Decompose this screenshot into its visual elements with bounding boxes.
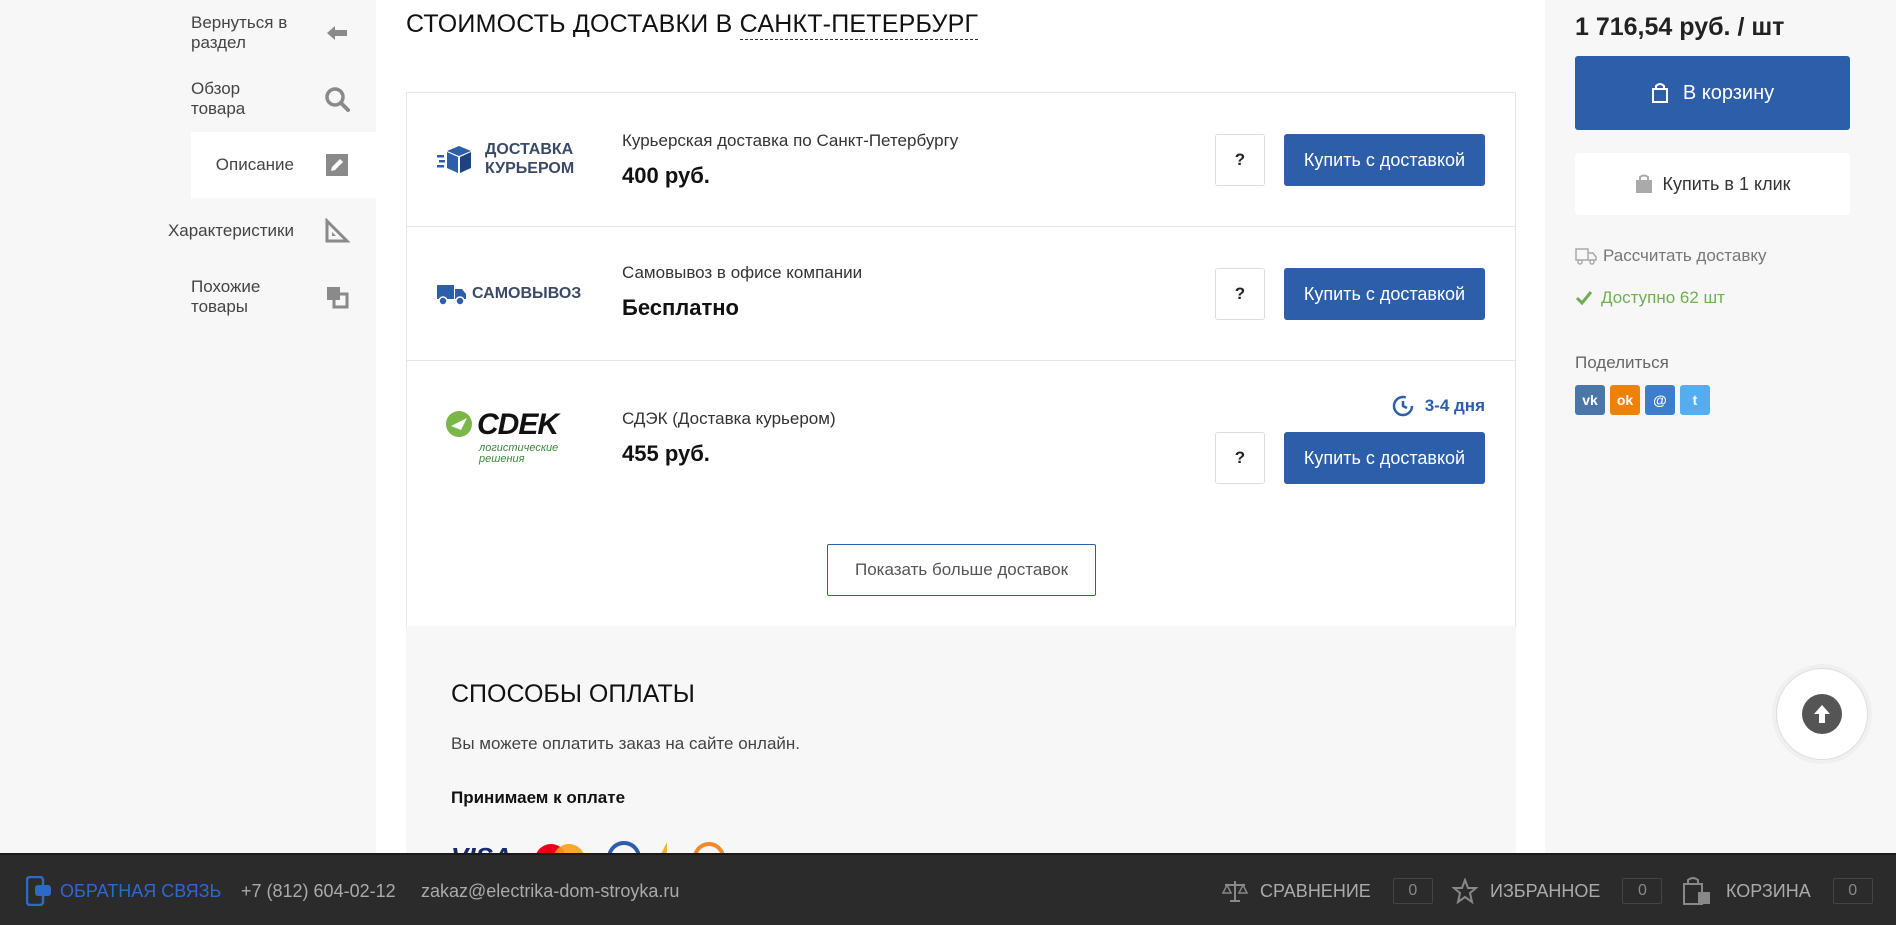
ok-icon[interactable]: ok [1610, 385, 1640, 415]
delivery-term: 3-4 дня [1391, 394, 1485, 418]
calculate-delivery-link[interactable]: Рассчитать доставку [1575, 246, 1767, 266]
payment-subtitle: Принимаем к оплате [451, 788, 626, 807]
nav-overview[interactable]: Обзор товара [191, 66, 376, 132]
logo-text: СDEK [477, 407, 559, 441]
delivery-info: Курьерская доставка по Санкт-Петербургу … [622, 131, 958, 189]
cdek-logo: СDEK логистические решения [437, 361, 587, 514]
box-icon [437, 145, 471, 173]
courier-delivery-logo: ДОСТАВКА КУРЬЕРОМ [437, 93, 587, 226]
cdek-ball-icon [446, 410, 472, 437]
buy-with-delivery-button[interactable]: Купить с доставкой [1284, 432, 1485, 484]
ruler-icon [324, 218, 350, 244]
delivery-term-text: 3-4 дня [1424, 396, 1485, 415]
logo-text: КУРЬЕРОМ [485, 159, 575, 177]
product-price: 1 716,54 руб. / шт [1575, 13, 1785, 41]
add-to-cart-label: В корзину [1682, 81, 1775, 104]
main-content: СТОИМОСТЬ ДОСТАВКИ В САНКТ-ПЕТЕРБУРГ ДОС… [376, 0, 1545, 925]
bottom-bar: ОБРАТНАЯ СВЯЗЬ +7 (812) 604-02-12 zakaz@… [0, 853, 1896, 925]
section-nav: Вернуться в раздел Обзор товара Описание… [0, 0, 376, 925]
calculate-delivery-label: Рассчитать доставку [1603, 246, 1767, 265]
delivery-info: Самовывоз в офисе компании Бесплатно [622, 263, 862, 321]
city-selector[interactable]: САНКТ-ПЕТЕРБУРГ [739, 10, 979, 40]
delivery-row: СDEK логистические решения СДЭК (Доставк… [407, 361, 1515, 515]
nav-label: Обзор товара [191, 79, 246, 118]
nav-label: Описание [215, 155, 294, 174]
delivery-price: Бесплатно [622, 295, 739, 320]
edit-icon [324, 152, 350, 178]
arrow-left-icon [324, 20, 350, 46]
buy-one-click-label: Купить в 1 клик [1662, 173, 1791, 194]
delivery-price: 455 руб. [622, 441, 710, 466]
compare-count: 0 [1392, 878, 1433, 904]
mailru-icon[interactable]: @ [1645, 385, 1675, 415]
availability-text: Доступно 62 шт [1601, 288, 1725, 307]
availability: Доступно 62 шт [1575, 288, 1725, 308]
buy-with-delivery-button[interactable]: Купить с доставкой [1284, 268, 1485, 320]
favorites-label: ИЗБРАННОЕ [1490, 880, 1601, 901]
nav-label: Вернуться в раздел [191, 13, 288, 52]
cart-count: 0 [1832, 878, 1873, 904]
nav-description[interactable]: Описание [191, 132, 376, 198]
delivery-name: СДЭК (Доставка курьером) [622, 409, 836, 428]
add-to-cart-button[interactable]: В корзину [1575, 56, 1850, 130]
truck-icon [1575, 248, 1597, 265]
favorites-link[interactable]: ИЗБРАННОЕ 0 [1452, 855, 1663, 925]
payment-title: СПОСОБЫ ОПЛАТЫ [451, 680, 695, 708]
favorites-count: 0 [1622, 878, 1663, 904]
phone-link[interactable]: +7 (812) 604-02-12 [241, 855, 396, 925]
share-label: Поделиться [1575, 353, 1669, 372]
nav-similar[interactable]: Похожие товары [191, 264, 376, 330]
cart-bag-icon [1683, 877, 1710, 905]
feedback-icon [26, 876, 51, 906]
share-buttons: vk ok @ t [1575, 385, 1710, 415]
feedback-label: ОБРАТНАЯ СВЯЗЬ [60, 880, 222, 901]
delivery-price: 400 руб. [622, 163, 710, 188]
delivery-help-button[interactable]: ? [1215, 268, 1265, 320]
scales-icon [1222, 881, 1248, 902]
more-deliveries-area: Показать больше доставок [406, 514, 1516, 626]
compare-label: СРАВНЕНИЕ [1260, 880, 1371, 901]
product-buy-panel: 1 716,54 руб. / шт В корзину Купить в 1 … [1545, 0, 1896, 925]
delivery-name: Курьерская доставка по Санкт-Петербургу [622, 131, 959, 150]
compare-link[interactable]: СРАВНЕНИЕ 0 [1222, 855, 1433, 925]
nav-specs[interactable]: Характеристики [168, 198, 376, 264]
logo-text: САМОВЫВОЗ [472, 284, 582, 302]
buy-with-delivery-button[interactable]: Купить с доставкой [1284, 134, 1485, 186]
show-more-deliveries-button[interactable]: Показать больше доставок [827, 544, 1096, 596]
pickup-logo: САМОВЫВОЗ [437, 227, 587, 360]
delivery-list: ДОСТАВКА КУРЬЕРОМ Курьерская доставка по… [406, 92, 1516, 515]
vk-icon[interactable]: vk [1575, 385, 1605, 415]
cart-link[interactable]: КОРЗИНА 0 [1682, 855, 1873, 925]
nav-label: Похожие товары [191, 277, 261, 316]
check-icon [1575, 291, 1593, 306]
nav-label: Характеристики [167, 221, 294, 240]
email-link[interactable]: zakaz@electrika-dom-stroyka.ru [421, 855, 679, 925]
delivery-info: СДЭК (Доставка курьером) 455 руб. [622, 409, 836, 467]
logo-text: решения [479, 453, 525, 466]
twitter-icon[interactable]: t [1680, 385, 1710, 415]
clock-icon [1392, 395, 1413, 417]
nav-back-to-section[interactable]: Вернуться в раздел [191, 0, 376, 66]
bag-icon [1635, 174, 1652, 193]
scroll-to-top-button[interactable] [1776, 668, 1868, 760]
delivery-help-button[interactable]: ? [1215, 134, 1265, 186]
feedback-link[interactable]: ОБРАТНАЯ СВЯЗЬ [26, 855, 221, 925]
payment-text: Вы можете оплатить заказ на сайте онлайн… [451, 734, 801, 753]
bag-icon [1651, 83, 1668, 103]
delivery-title: СТОИМОСТЬ ДОСТАВКИ В САНКТ-ПЕТЕРБУРГ [406, 10, 979, 40]
delivery-help-button[interactable]: ? [1215, 432, 1265, 484]
delivery-row: САМОВЫВОЗ Самовывоз в офисе компании Бес… [407, 227, 1515, 361]
arrow-up-icon [1802, 694, 1842, 734]
delivery-title-prefix: СТОИМОСТЬ ДОСТАВКИ В [406, 10, 733, 38]
star-icon [1452, 878, 1478, 904]
similar-icon [324, 284, 350, 310]
logo-text: ДОСТАВКА [485, 141, 574, 159]
delivery-row: ДОСТАВКА КУРЬЕРОМ Курьерская доставка по… [407, 93, 1515, 227]
buy-one-click-button[interactable]: Купить в 1 клик [1575, 153, 1850, 215]
delivery-name: Самовывоз в офисе компании [622, 263, 863, 282]
search-icon [324, 86, 350, 112]
truck-icon [437, 284, 466, 306]
cart-label: КОРЗИНА [1726, 880, 1811, 901]
